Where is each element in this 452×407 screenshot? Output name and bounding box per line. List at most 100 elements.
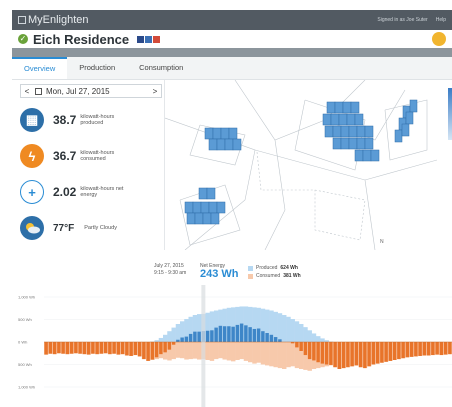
net-import-bar bbox=[414, 342, 418, 357]
legend-consumed-label: Consumed bbox=[256, 273, 281, 279]
tab-consumption[interactable]: Consumption bbox=[127, 57, 195, 79]
app-title: MyEnlighten bbox=[28, 14, 89, 26]
google-plus-icon[interactable] bbox=[153, 35, 161, 43]
net-import-bar bbox=[439, 342, 444, 356]
net-import-bar bbox=[65, 342, 70, 355]
site-header: ✓ Eich Residence bbox=[12, 30, 452, 48]
consumed-bar bbox=[180, 342, 185, 359]
consumed-bar bbox=[273, 342, 278, 368]
net-import-bar bbox=[154, 342, 159, 358]
net-import-bar bbox=[303, 342, 308, 356]
stat-value: 77°F bbox=[53, 222, 75, 234]
consumed-bar bbox=[269, 342, 274, 367]
consumed-bar bbox=[184, 342, 189, 360]
status-ok-icon: ✓ bbox=[18, 34, 28, 44]
net-import-bar bbox=[409, 342, 414, 357]
produced-bar bbox=[163, 334, 168, 342]
net-import-bar bbox=[129, 342, 133, 356]
plus-icon: + bbox=[20, 180, 44, 204]
net-import-bar bbox=[99, 342, 104, 354]
top-bar: MyEnlighten Signed in as Joe Suter Help bbox=[12, 10, 452, 30]
net-export-bar bbox=[244, 325, 248, 342]
produced-bar bbox=[316, 336, 321, 342]
energy-chart[interactable]: 1,000 Wh500 Wh0 Wh500 Wh1,000 Wh1,500 Wh bbox=[16, 285, 452, 407]
net-import-bar bbox=[358, 342, 363, 368]
produced-bar bbox=[303, 327, 308, 342]
array-map[interactable]: N bbox=[164, 79, 438, 251]
net-export-bar bbox=[265, 333, 269, 342]
net-import-bar bbox=[159, 342, 163, 355]
net-import-bar bbox=[48, 342, 53, 354]
consumed-bar bbox=[197, 342, 202, 360]
net-export-bar bbox=[222, 326, 227, 342]
net-import-bar bbox=[431, 342, 435, 356]
consumed-bar bbox=[226, 342, 232, 361]
consumed-bar bbox=[192, 342, 198, 359]
net-export-bar bbox=[235, 324, 240, 342]
enphase-logo-icon bbox=[18, 16, 26, 24]
twitter-icon[interactable] bbox=[145, 35, 153, 43]
facebook-icon[interactable] bbox=[137, 35, 145, 43]
y-tick-label: 500 Wh bbox=[18, 317, 32, 322]
sun-icon[interactable] bbox=[432, 32, 446, 46]
net-import-bar bbox=[142, 342, 146, 360]
produced-swatch bbox=[248, 265, 253, 271]
net-import-bar bbox=[324, 342, 329, 365]
consumed-bar bbox=[239, 342, 244, 360]
stat-value: 38.7 bbox=[53, 113, 77, 127]
produced-bar bbox=[320, 338, 325, 342]
net-import-bar bbox=[341, 342, 346, 369]
net-import-bar bbox=[375, 342, 380, 364]
consumed-bar bbox=[231, 342, 236, 362]
net-import-bar bbox=[371, 342, 376, 365]
net-export-bar bbox=[180, 337, 184, 342]
net-import-bar bbox=[350, 342, 354, 367]
net-export-bar bbox=[197, 331, 201, 342]
consumed-bar bbox=[286, 342, 291, 368]
y-tick-label: 1,000 Wh bbox=[18, 295, 35, 300]
site-name: Eich Residence bbox=[33, 31, 130, 47]
produced-bar bbox=[286, 316, 291, 342]
stat-label: kilowatt-hours net energy bbox=[80, 186, 124, 198]
net-import-bar bbox=[125, 342, 129, 356]
net-import-bar bbox=[82, 342, 87, 355]
consumed-bar bbox=[265, 342, 270, 366]
stat-weather: 77°F Partly Cloudy bbox=[20, 216, 128, 240]
net-import-bar bbox=[337, 342, 342, 369]
selected-interval-date: July 27, 2015 bbox=[154, 263, 184, 269]
tab-production[interactable]: Production bbox=[67, 57, 127, 79]
net-import-bar bbox=[52, 342, 57, 355]
stat-consumed: ϟ 36.7 kilowatt-hours consumed bbox=[20, 144, 124, 168]
produced-bar bbox=[282, 315, 287, 342]
signed-in-user-menu[interactable]: Signed in as Joe Suter bbox=[377, 17, 427, 23]
tab-overview[interactable]: Overview bbox=[12, 57, 68, 79]
net-export-bar bbox=[227, 326, 231, 342]
net-export-bar bbox=[205, 330, 210, 342]
stat-label: kilowatt-hours consumed bbox=[80, 150, 115, 162]
net-import-bar bbox=[397, 342, 401, 360]
selected-date[interactable]: Mon, Jul 27, 2015 bbox=[46, 87, 149, 96]
help-link[interactable]: Help bbox=[436, 17, 446, 23]
consumed-bar bbox=[188, 342, 193, 360]
net-export-bar bbox=[176, 339, 180, 342]
prev-day-button[interactable]: < bbox=[21, 87, 33, 96]
net-export-bar bbox=[261, 331, 265, 342]
net-import-bar bbox=[418, 342, 422, 356]
produced-bar bbox=[299, 324, 304, 342]
net-import-bar bbox=[312, 342, 316, 361]
net-import-bar bbox=[103, 342, 108, 354]
consumed-bar bbox=[290, 342, 295, 367]
next-day-button[interactable]: > bbox=[149, 87, 161, 96]
calendar-icon bbox=[35, 87, 42, 95]
net-export-bar bbox=[188, 333, 193, 342]
net-import-bar bbox=[435, 342, 439, 355]
date-picker[interactable]: < Mon, Jul 27, 2015 > bbox=[20, 84, 162, 98]
net-import-bar bbox=[61, 342, 65, 354]
produced-bar bbox=[290, 319, 295, 342]
production-scale-bar bbox=[448, 88, 452, 140]
net-import-bar bbox=[384, 342, 388, 362]
net-import-bar bbox=[167, 342, 172, 350]
solar-panel-icon: ▦ bbox=[20, 108, 44, 132]
stat-value: 2.02 bbox=[53, 185, 77, 199]
net-import-bar bbox=[120, 342, 125, 355]
